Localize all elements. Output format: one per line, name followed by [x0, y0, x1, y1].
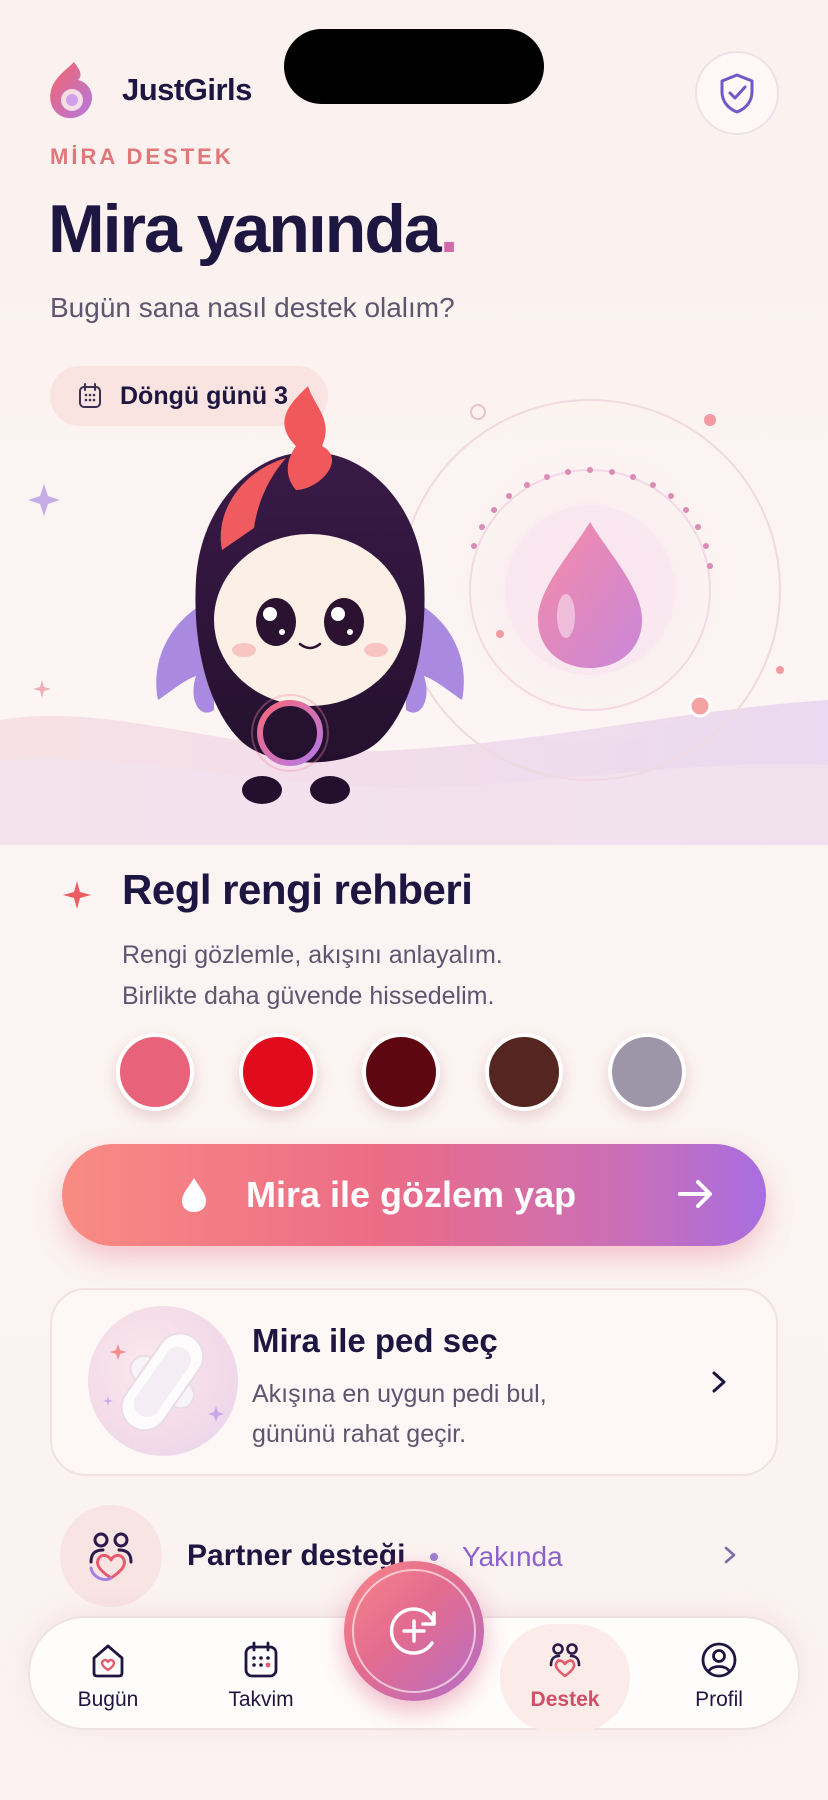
pad-card-description: Akışına en uygun pedi bul, gününü rahat … — [252, 1374, 632, 1454]
color-swatch-dark-red[interactable] — [362, 1033, 440, 1111]
support-icon — [549, 1643, 581, 1678]
coming-soon-badge: Yakında — [462, 1541, 563, 1572]
privacy-shield-button[interactable] — [695, 51, 779, 135]
page-title: Mira yanında. — [48, 190, 459, 268]
tab-bugun[interactable]: Bugün — [43, 1618, 173, 1732]
chevron-right-icon — [724, 1546, 736, 1564]
chevron-right-icon — [712, 1371, 726, 1393]
pad-card-desc-line-1: Akışına en uygun pedi bul, — [252, 1380, 547, 1408]
tab-takvim[interactable]: Takvim — [196, 1618, 326, 1732]
observe-with-mira-button[interactable]: Mira ile gözlem yap — [62, 1144, 766, 1246]
tab-profil[interactable]: Profil — [654, 1618, 784, 1732]
support-screen: JustGirls MİRA DESTEK Mira yanında. Bugü… — [0, 0, 828, 1800]
page-subtitle: Bugün sana nasıl destek olalım? — [50, 292, 455, 323]
color-swatch-list — [116, 1033, 686, 1111]
color-guide-description: Rengi gözlemle, akışını anlayalım. Birli… — [122, 935, 682, 1017]
partner-couple-icon — [89, 1532, 133, 1582]
pad-card-title: Mira ile ped seç — [252, 1322, 498, 1359]
pad-card-desc-line-2: gününü rahat geçir. — [252, 1420, 467, 1448]
calendar-icon — [244, 1641, 278, 1678]
color-swatch-brown[interactable] — [485, 1033, 563, 1111]
partner-support-label: Partner desteği — [187, 1539, 406, 1572]
title-dot: . — [439, 191, 459, 267]
color-guide-title: Regl rengi rehberi — [122, 866, 473, 913]
tab-label: Bugün — [77, 1688, 139, 1711]
tab-label: Takvim — [228, 1688, 294, 1711]
separator-dot — [430, 1553, 438, 1561]
app-logo-icon — [50, 62, 93, 119]
fab-ring — [352, 1569, 476, 1693]
camera-notch — [284, 29, 544, 104]
observe-button-label: Mira ile gözlem yap — [246, 1174, 577, 1215]
add-entry-fab[interactable] — [344, 1561, 484, 1701]
color-swatch-bright-red[interactable] — [239, 1033, 317, 1111]
sparkle-icon — [63, 881, 91, 909]
arrow-right-icon — [678, 1180, 712, 1208]
color-swatch-gray[interactable] — [608, 1033, 686, 1111]
profile-icon — [701, 1642, 737, 1678]
app-name: JustGirls — [122, 72, 252, 107]
pad-selection-card[interactable]: Mira ile ped seç Akışına en uygun pedi b… — [50, 1288, 778, 1476]
drop-icon — [182, 1178, 206, 1212]
color-guide-line-2: Birlikte daha güvende hissedelim. — [122, 982, 495, 1010]
pad-illustration — [88, 1306, 238, 1456]
section-eyebrow: MİRA DESTEK — [50, 144, 234, 169]
tab-label: Destek — [530, 1688, 600, 1711]
mira-hero-illustration — [0, 386, 828, 845]
shield-check-icon — [720, 73, 754, 114]
color-swatch-pink[interactable] — [116, 1033, 194, 1111]
pad-icon — [103, 1332, 224, 1432]
color-guide-line-1: Rengi gözlemle, akışını anlayalım. — [122, 941, 503, 969]
page-title-text: Mira yanında — [48, 191, 442, 267]
partner-icon-container — [60, 1505, 162, 1607]
tab-label: Profil — [695, 1688, 743, 1711]
home-icon — [92, 1644, 124, 1678]
tab-destek[interactable]: Destek — [500, 1618, 630, 1732]
